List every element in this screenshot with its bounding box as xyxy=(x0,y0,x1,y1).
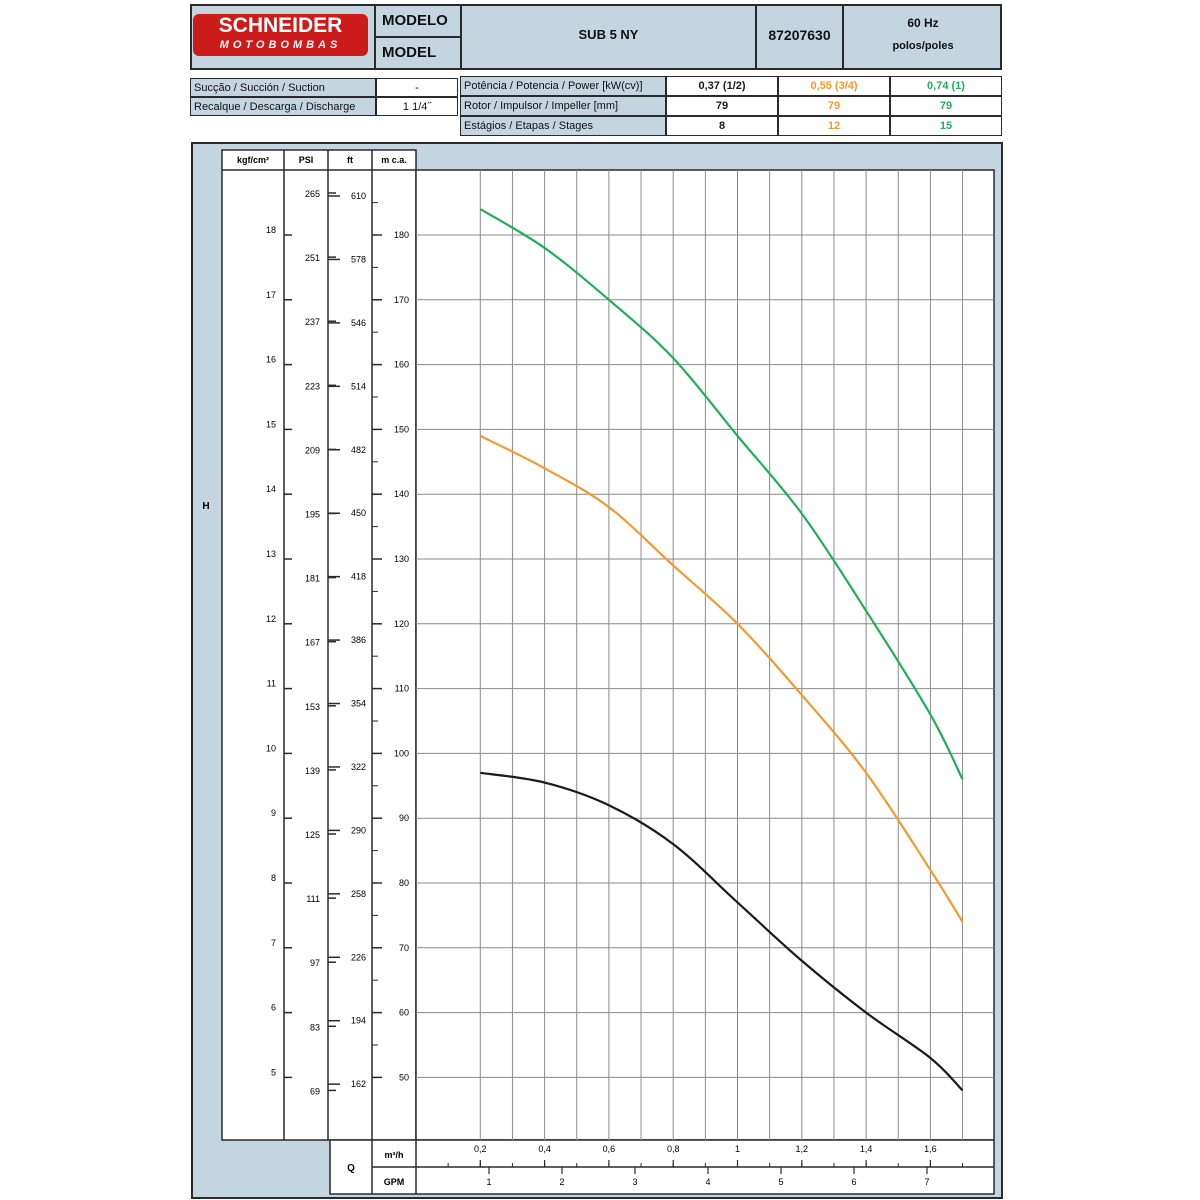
m3h-tick-label: 1,6 xyxy=(924,1144,937,1154)
gpm-tick-label: 7 xyxy=(924,1177,929,1187)
ft-header: ft xyxy=(347,155,353,165)
mca-tick-label: 150 xyxy=(394,424,409,434)
kgf-tick-label: 16 xyxy=(266,355,276,365)
ft-tick-label: 578 xyxy=(351,254,366,264)
mca-tick-label: 130 xyxy=(394,554,409,564)
kgf-tick-label: 14 xyxy=(266,484,276,494)
kgf-tick-label: 10 xyxy=(266,743,276,753)
mca-tick-label: 160 xyxy=(394,360,409,370)
kgf-tick-label: 17 xyxy=(266,290,276,300)
kgf-tick-label: 9 xyxy=(271,808,276,818)
ft-tick-label: 514 xyxy=(351,381,366,391)
kgf-tick-label: 11 xyxy=(267,679,276,689)
kgf-header: kgf/cm² xyxy=(237,155,269,165)
psi-tick-label: 111 xyxy=(306,894,320,904)
psi-tick-label: 153 xyxy=(305,702,320,712)
ft-tick-label: 194 xyxy=(351,1016,366,1026)
psi-header: PSI xyxy=(299,155,314,165)
mca-tick-label: 80 xyxy=(399,878,409,888)
psi-tick-label: 251 xyxy=(305,253,320,263)
mca-tick-label: 100 xyxy=(394,748,409,758)
gpm-tick-label: 2 xyxy=(559,1177,564,1187)
mca-header: m c.a. xyxy=(381,155,407,165)
ft-tick-label: 386 xyxy=(351,635,366,645)
pump-curve-chart: kgf/cm² PSI ft m c.a.H181716151413121110987… xyxy=(191,142,1003,1199)
mca-tick-label: 110 xyxy=(395,684,409,694)
mca-tick-label: 120 xyxy=(394,619,409,629)
mca-tick-label: 50 xyxy=(399,1072,409,1082)
kgf-tick-label: 12 xyxy=(266,614,276,624)
psi-tick-label: 265 xyxy=(305,189,320,199)
psi-tick-label: 167 xyxy=(305,638,320,648)
kgf-tick-label: 13 xyxy=(266,549,276,559)
kgf-tick-label: 7 xyxy=(271,938,276,948)
ft-tick-label: 418 xyxy=(351,572,366,582)
mca-tick-label: 70 xyxy=(399,943,409,953)
psi-tick-label: 237 xyxy=(305,317,320,327)
gpm-tick-label: 1 xyxy=(486,1177,491,1187)
kgf-tick-label: 15 xyxy=(266,419,276,429)
psi-tick-label: 195 xyxy=(305,510,320,520)
m3h-tick-label: 0,4 xyxy=(538,1144,551,1154)
psi-tick-label: 223 xyxy=(305,381,320,391)
kgf-tick-label: 5 xyxy=(271,1067,276,1077)
ft-tick-label: 354 xyxy=(351,699,366,709)
ft-tick-label: 322 xyxy=(351,762,366,772)
ft-tick-label: 482 xyxy=(351,445,366,455)
gpm-tick-label: 4 xyxy=(705,1177,710,1187)
ft-tick-label: 290 xyxy=(351,825,366,835)
psi-tick-label: 125 xyxy=(305,830,320,840)
kgf-tick-label: 18 xyxy=(266,225,276,235)
m3h-tick-label: 1 xyxy=(735,1144,740,1154)
m3h-tick-label: 1,4 xyxy=(860,1144,873,1154)
mca-tick-label: 170 xyxy=(394,295,409,305)
ft-tick-label: 258 xyxy=(351,889,366,899)
m3h-tick-label: 0,8 xyxy=(667,1144,680,1154)
h-axis-label: H xyxy=(202,501,209,512)
psi-tick-label: 69 xyxy=(310,1086,320,1096)
ft-tick-label: 546 xyxy=(351,318,366,328)
ft-tick-label: 162 xyxy=(351,1079,366,1089)
ft-tick-label: 450 xyxy=(351,508,366,518)
psi-tick-label: 139 xyxy=(305,766,320,776)
psi-tick-label: 97 xyxy=(310,958,320,968)
psi-tick-label: 181 xyxy=(305,574,320,584)
m3h-tick-label: 0,2 xyxy=(474,1144,487,1154)
mca-tick-label: 60 xyxy=(399,1008,409,1018)
mca-tick-label: 180 xyxy=(394,230,409,240)
psi-tick-label: 209 xyxy=(305,445,320,455)
gpm-tick-label: 6 xyxy=(851,1177,856,1187)
q-axis-label: Q xyxy=(347,1163,355,1174)
kgf-tick-label: 8 xyxy=(271,873,276,883)
gpm-tick-label: 5 xyxy=(778,1177,783,1187)
mca-tick-label: 140 xyxy=(394,489,409,499)
m3h-tick-label: 1,2 xyxy=(796,1144,809,1154)
m3h-tick-label: 0,6 xyxy=(603,1144,616,1154)
mca-tick-label: 90 xyxy=(399,813,409,823)
ft-tick-label: 610 xyxy=(351,191,366,201)
psi-tick-label: 83 xyxy=(310,1022,320,1032)
gpm-tick-label: 3 xyxy=(632,1177,637,1187)
gpm-label: GPM xyxy=(384,1177,405,1187)
ft-tick-label: 226 xyxy=(351,952,366,962)
kgf-tick-label: 6 xyxy=(271,1003,276,1013)
m3h-label: m³/h xyxy=(385,1150,404,1160)
